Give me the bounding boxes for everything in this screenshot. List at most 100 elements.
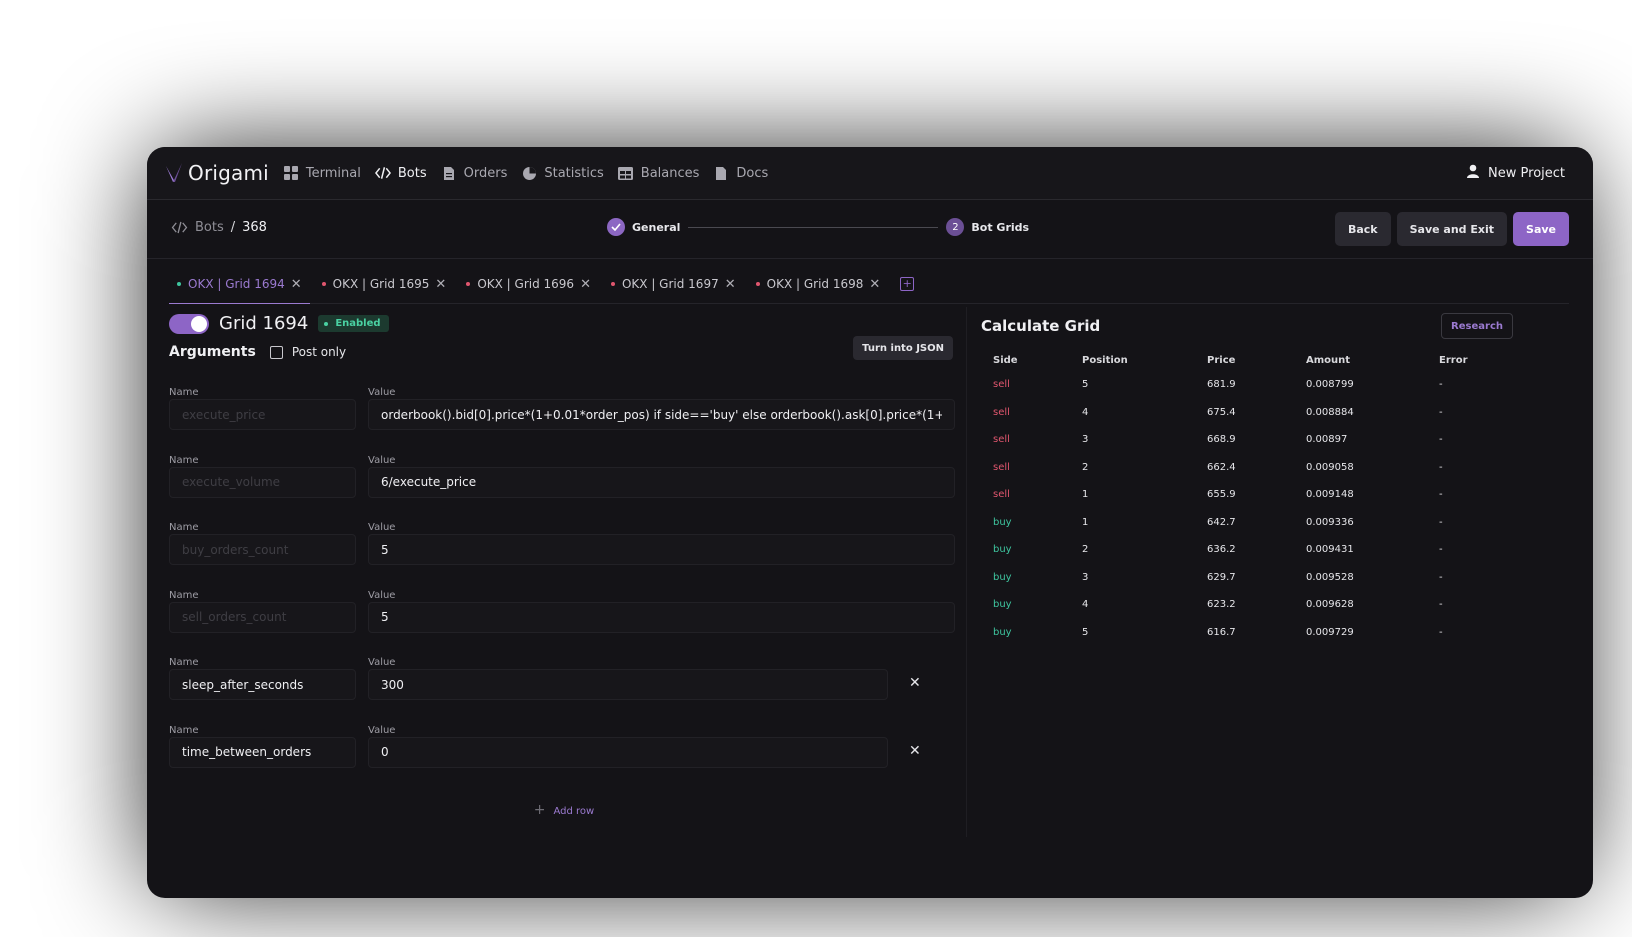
status-dot [466,282,471,286]
check-icon [607,218,625,236]
save-button[interactable]: Save [1513,212,1569,246]
argument-name-input[interactable] [169,669,356,700]
position-cell: 1 [1082,516,1089,528]
position-cell: 2 [1082,544,1089,556]
status-dot [755,282,760,286]
error-cell: - [1439,516,1443,528]
calculate-grid-title: Calculate Grid [981,317,1101,335]
value-label: Value [368,724,396,736]
argument-name-input[interactable] [169,736,356,768]
status-dot [610,282,615,286]
name-label: Name [169,522,199,533]
add-row-button[interactable]: + Add row [169,802,959,818]
action-buttons: Back Save and Exit Save [1329,212,1569,246]
user-icon [1467,164,1480,182]
breadcrumb-bots-link[interactable]: Bots [195,220,224,235]
research-button[interactable]: Research [1441,313,1513,339]
argument-value-input[interactable] [368,399,955,430]
argument-value-input[interactable] [368,669,888,700]
amount-cell: 0.009729 [1306,626,1354,638]
remove-row-close-icon[interactable]: ✕ [909,743,921,759]
remove-row-close-icon[interactable]: ✕ [909,675,921,691]
nav-docs[interactable]: Docs [713,165,768,181]
position-cell: 5 [1082,379,1089,391]
tab-grid-1696[interactable]: OKX | Grid 1696 ✕ [458,265,599,303]
name-label: Name [169,657,199,668]
grid-enabled-toggle[interactable] [169,313,209,334]
column-header-error: Error [1439,354,1468,366]
position-cell: 4 [1082,599,1089,611]
amount-cell: 0.008884 [1306,406,1354,418]
nav-orders[interactable]: Orders [441,165,508,181]
table-row: buy 5 616.7 0.009729 - [981,619,1513,647]
price-cell: 636.2 [1207,544,1236,556]
project-menu[interactable]: New Project [1467,164,1565,182]
tab-label: OKX | Grid 1698 [766,277,864,291]
add-tab-plus-icon[interactable]: + [900,277,915,291]
column-header-price: Price [1207,354,1236,366]
post-only-checkbox[interactable] [269,345,283,359]
price-cell: 662.4 [1207,461,1236,473]
side-cell: sell [993,461,1010,473]
nav-terminal[interactable]: Terminal [283,165,361,181]
argument-name-input[interactable] [169,534,356,565]
name-label: Name [169,589,199,601]
tab-grid-1698[interactable]: OKX | Grid 1698 ✕ [748,265,889,303]
side-cell: buy [993,599,1012,611]
argument-value-input[interactable] [368,736,888,768]
table-row: sell 3 668.9 0.00897 - [981,426,1513,454]
close-icon[interactable]: ✕ [435,277,446,292]
close-icon[interactable]: ✕ [725,277,736,292]
side-cell: sell [993,406,1010,418]
tab-label: OKX | Grid 1694 [188,277,285,291]
error-cell: - [1439,461,1443,473]
stepper: General 2 Bot Grids [607,218,1029,236]
argument-value-input[interactable] [368,601,955,633]
nav-terminal-label: Terminal [305,165,361,181]
status-dot [321,282,326,286]
save-and-exit-button[interactable]: Save and Exit [1396,212,1508,246]
column-header-amount: Amount [1306,354,1351,366]
tab-label: OKX | Grid 1696 [477,277,575,291]
nav-statistics-label: Statistics [544,165,604,181]
argument-value-input[interactable] [368,466,955,498]
tab-grid-1695[interactable]: OKX | Grid 1695 ✕ [314,265,455,303]
price-cell: 668.9 [1207,434,1236,446]
status-badge: Enabled [318,315,389,332]
value-label: Value [368,657,396,668]
breadcrumb: Bots / 368 [171,220,267,235]
logo[interactable]: Origami [165,161,269,185]
tab-grid-1694[interactable]: OKX | Grid 1694 ✕ [169,265,310,304]
plus-icon: + [533,802,546,818]
step-connector [688,226,939,228]
step-bot-grids[interactable]: Bot Grids [971,221,1029,234]
argument-name-input[interactable] [169,399,356,430]
nav-statistics[interactable]: Statistics [521,165,604,181]
nav-bots[interactable]: Bots [374,165,427,181]
grid-icon [283,165,299,181]
grid-header: Grid 1694 Enabled [169,313,959,334]
close-icon[interactable]: ✕ [580,277,591,292]
side-cell: sell [993,379,1010,391]
back-button[interactable]: Back [1334,212,1391,246]
table-row: buy 3 629.7 0.009528 - [981,564,1513,592]
close-icon[interactable]: ✕ [869,277,880,292]
grid-arguments-panel: Grid 1694 Enabled Arguments Post only Tu… [169,307,959,818]
step-general[interactable]: General [632,221,680,234]
price-cell: 675.4 [1207,406,1236,418]
nav-orders-label: Orders [463,165,508,181]
table-row: sell 5 681.9 0.008799 - [981,371,1513,399]
panel-divider [966,307,967,837]
argument-name-input[interactable] [169,466,356,498]
argument-value-input[interactable] [368,534,955,565]
grid-tabs: OKX | Grid 1694 ✕ OKX | Grid 1695 ✕ OKX | … [169,265,1569,304]
tab-grid-1697[interactable]: OKX | Grid 1697 ✕ [603,265,744,303]
close-icon[interactable]: ✕ [291,277,302,292]
argument-name-input[interactable] [169,601,356,633]
position-cell: 3 [1082,571,1089,583]
arguments-title: Arguments [169,344,256,360]
add-row-label: Add row [553,806,595,817]
turn-into-json-button[interactable]: Turn into JSON [853,336,953,360]
nav-balances[interactable]: Balances [618,165,699,181]
amount-cell: 0.009431 [1306,544,1354,556]
